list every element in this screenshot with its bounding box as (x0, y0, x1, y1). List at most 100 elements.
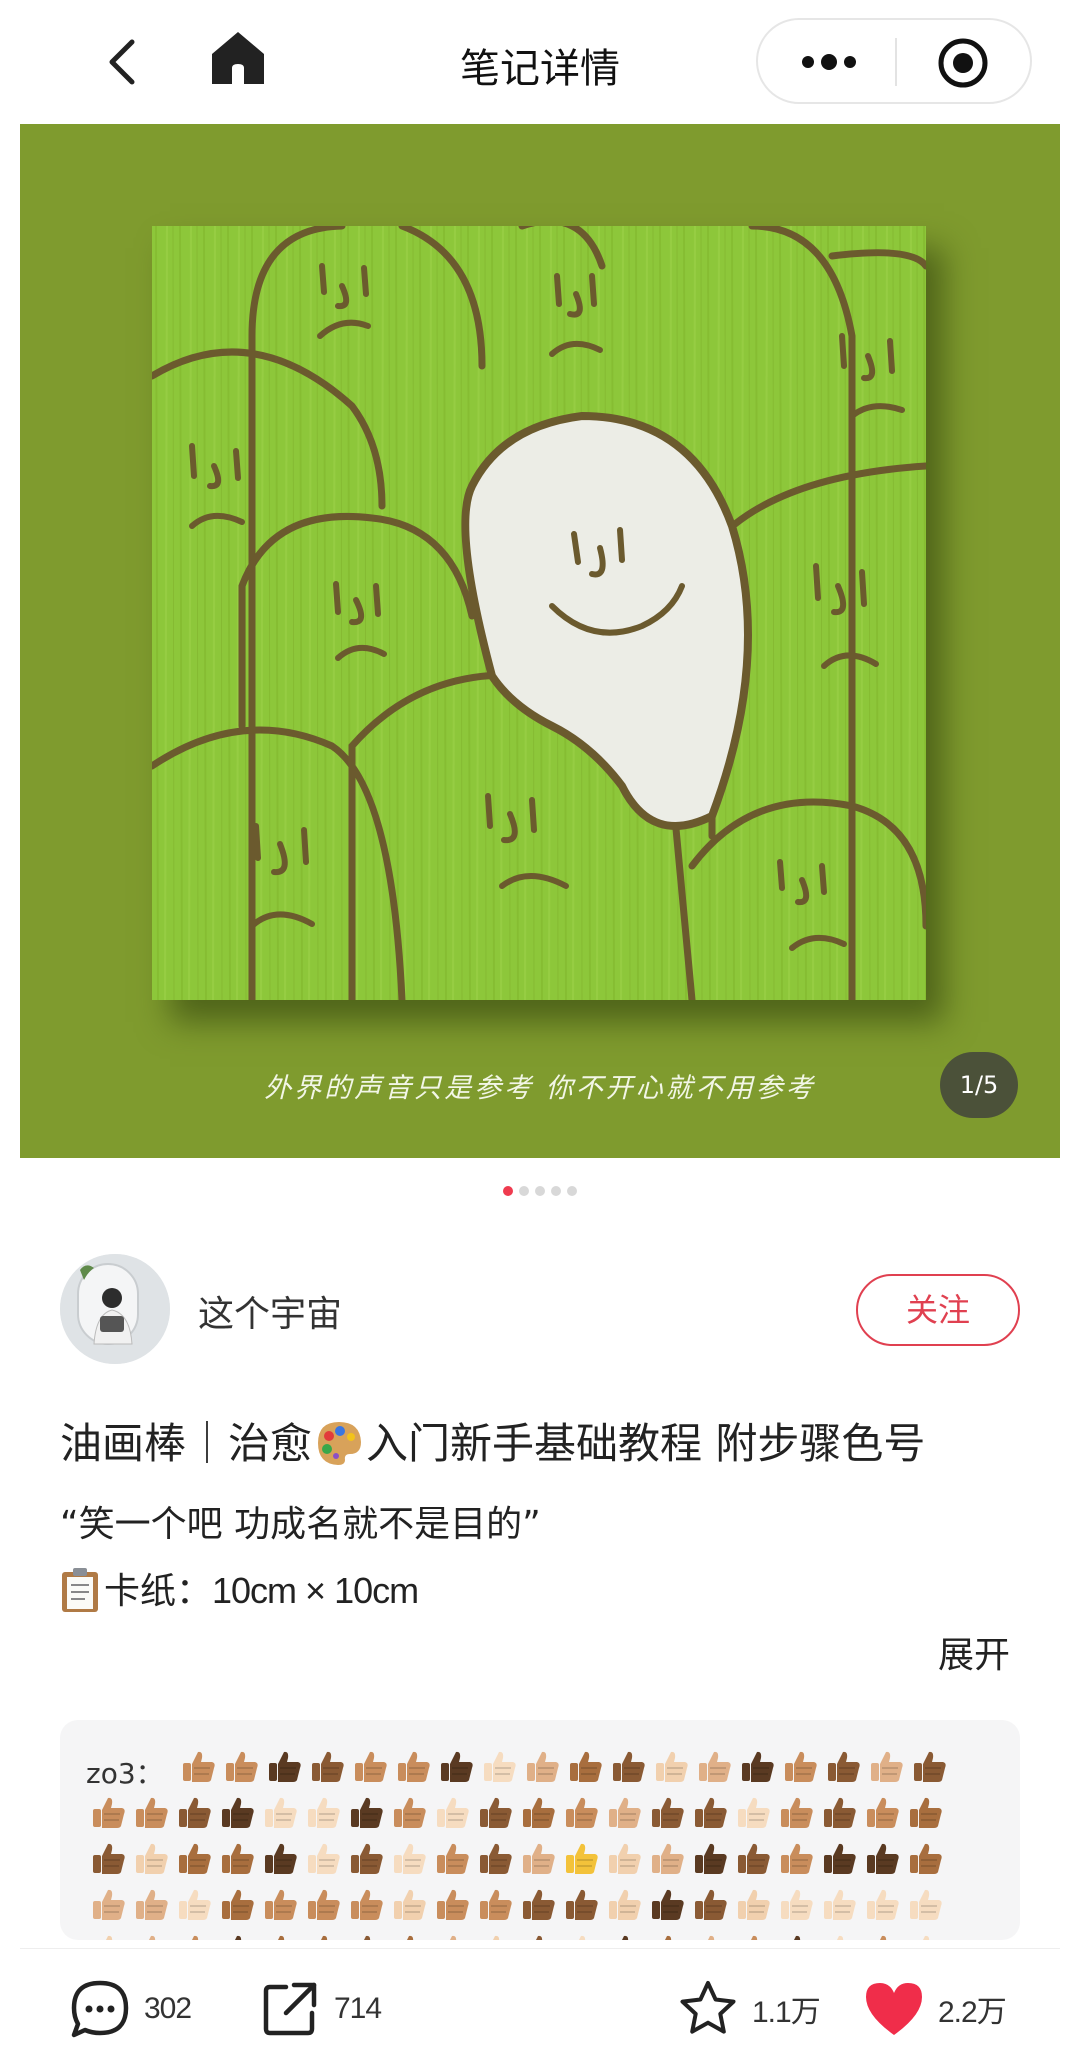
thumbs-up-icon (665, 1935, 672, 1940)
share-action[interactable]: 714 (258, 1973, 382, 2045)
thumbs-up-icon (179, 1889, 211, 1920)
thumbs-up-icon (923, 1935, 930, 1940)
thumbs-up-icon (867, 1889, 899, 1920)
thumbs-up-icon (308, 1843, 340, 1874)
target-icon[interactable] (936, 36, 990, 90)
thumbs-up-icon (149, 1935, 156, 1940)
thumbs-up-icon (312, 1751, 344, 1782)
comment-preview[interactable]: zo3： (60, 1720, 1020, 1940)
thumbs-up-icon (136, 1843, 168, 1874)
expand-button[interactable]: 展开 (938, 1626, 1010, 1678)
thumbs-up-icon (738, 1889, 770, 1920)
thumbs-up-icon (536, 1935, 543, 1940)
comment-action[interactable]: 302 (68, 1973, 192, 2045)
thumbs-up-icon (523, 1797, 555, 1828)
thumbs-up-icon (437, 1843, 469, 1874)
carousel-dot[interactable] (551, 1186, 561, 1196)
thumbs-up-icon (837, 1935, 844, 1940)
thumbs-up-icon (480, 1843, 512, 1874)
thumbs-up-icon (364, 1935, 371, 1940)
image-counter: 1/5 (940, 1052, 1018, 1118)
thumbs-up-icon (867, 1797, 899, 1828)
thumbs-up-icon (394, 1797, 426, 1828)
more-icon[interactable] (794, 42, 864, 82)
thumbs-up-icon (738, 1797, 770, 1828)
thumbs-up-icon (914, 1751, 946, 1782)
thumbs-up-icon (355, 1751, 387, 1782)
thumbs-up-icon (867, 1843, 899, 1874)
thumbs-up-icon (781, 1889, 813, 1920)
thumbs-up-icon (278, 1935, 285, 1940)
thumbs-up-icon (179, 1843, 211, 1874)
top-nav-bar: 笔记详情 (20, 0, 1060, 124)
thumbs-up-icon (93, 1889, 125, 1920)
author-name[interactable]: 这个宇宙 (198, 1285, 342, 1337)
thumbs-up-icon (235, 1935, 242, 1940)
thumbs-up-icon (566, 1843, 598, 1874)
thumbs-up-icon (394, 1889, 426, 1920)
thumbs-up-icon (824, 1843, 856, 1874)
image-caption: 外界的声音只是参考 你不开心就不用参考 (264, 1073, 816, 1104)
thumbs-up-icon (742, 1751, 774, 1782)
comment-icon (71, 1980, 129, 2038)
spec-label: 卡纸： (104, 1571, 213, 1612)
thumbs-up-icon (93, 1843, 125, 1874)
note-title: 油画棒｜治愈 入门新手基础教程 附步骤色号 (60, 1410, 925, 1471)
spec-value: 10cm × 10cm (212, 1570, 419, 1611)
note-title-part-2: 入门新手基础教程 附步骤色号 (366, 1419, 926, 1468)
thumbs-up-icon (269, 1751, 301, 1782)
thumbs-up-icon (656, 1751, 688, 1782)
thumbs-up-icon (265, 1797, 297, 1828)
thumbs-up-icon (407, 1935, 414, 1940)
miniapp-capsule (756, 18, 1032, 104)
thumbs-up-icon (321, 1935, 328, 1940)
thumbs-up-icon (570, 1751, 602, 1782)
thumbs-up-icon (351, 1889, 383, 1920)
thumbs-up-icon (523, 1843, 555, 1874)
thumbs-up-icon (824, 1797, 856, 1828)
thumbs-up-icon (351, 1843, 383, 1874)
thumbs-up-icon (480, 1797, 512, 1828)
favorite-action[interactable]: 1.1万 (676, 1973, 821, 2045)
thumbs-up-icon (871, 1751, 903, 1782)
carousel-dot[interactable] (519, 1186, 529, 1196)
thumbs-up-icon (222, 1889, 254, 1920)
thumbs-up-icon (652, 1843, 684, 1874)
carousel-dot[interactable] (535, 1186, 545, 1196)
avatar-image (60, 1254, 170, 1364)
share-count: 714 (334, 1992, 382, 2025)
thumbs-up-icon (794, 1935, 801, 1940)
author-avatar[interactable] (60, 1254, 170, 1364)
follow-button[interactable]: 关注 (856, 1274, 1020, 1346)
thumbs-up-icon (265, 1889, 297, 1920)
thumbs-up-icon (910, 1843, 942, 1874)
capsule-divider (895, 38, 897, 86)
clipboard-icon (62, 1568, 98, 1612)
carousel-dot[interactable] (567, 1186, 577, 1196)
thumbs-up-icon (695, 1843, 727, 1874)
thumbs-up-icon (652, 1797, 684, 1828)
thumbs-up-icon (265, 1843, 297, 1874)
thumbs-up-icon (450, 1935, 457, 1940)
thumbs-up-icon (781, 1797, 813, 1828)
thumbs-up-icon (910, 1889, 942, 1920)
thumbs-up-icon (708, 1935, 715, 1940)
carousel-dot-active[interactable] (503, 1186, 513, 1196)
thumbs-up-icon (738, 1843, 770, 1874)
thumbs-up-icon (480, 1889, 512, 1920)
thumbs-up-icon (695, 1797, 727, 1828)
thumbs-up-icon (441, 1751, 473, 1782)
thumbs-up-icon (192, 1935, 199, 1940)
thumbs-up-icon (179, 1797, 211, 1828)
thumbs-up-icon (308, 1797, 340, 1828)
thumbs-up-icon (106, 1935, 113, 1940)
note-image-carousel[interactable]: 外界的声音只是参考 你不开心就不用参考 1/5 (20, 124, 1060, 1158)
thumbs-up-icon (652, 1889, 684, 1920)
thumbs-up-icon (781, 1843, 813, 1874)
oil-pastel-painting (152, 226, 926, 1000)
bottom-action-bar: 302 714 1.1万 2.2万 (20, 1948, 1060, 2071)
like-action[interactable]: 2.2万 (862, 1973, 1007, 2045)
thumbs-up-icon (622, 1935, 629, 1940)
heart-icon (866, 1983, 922, 2035)
thumbs-up-icon (527, 1751, 559, 1782)
